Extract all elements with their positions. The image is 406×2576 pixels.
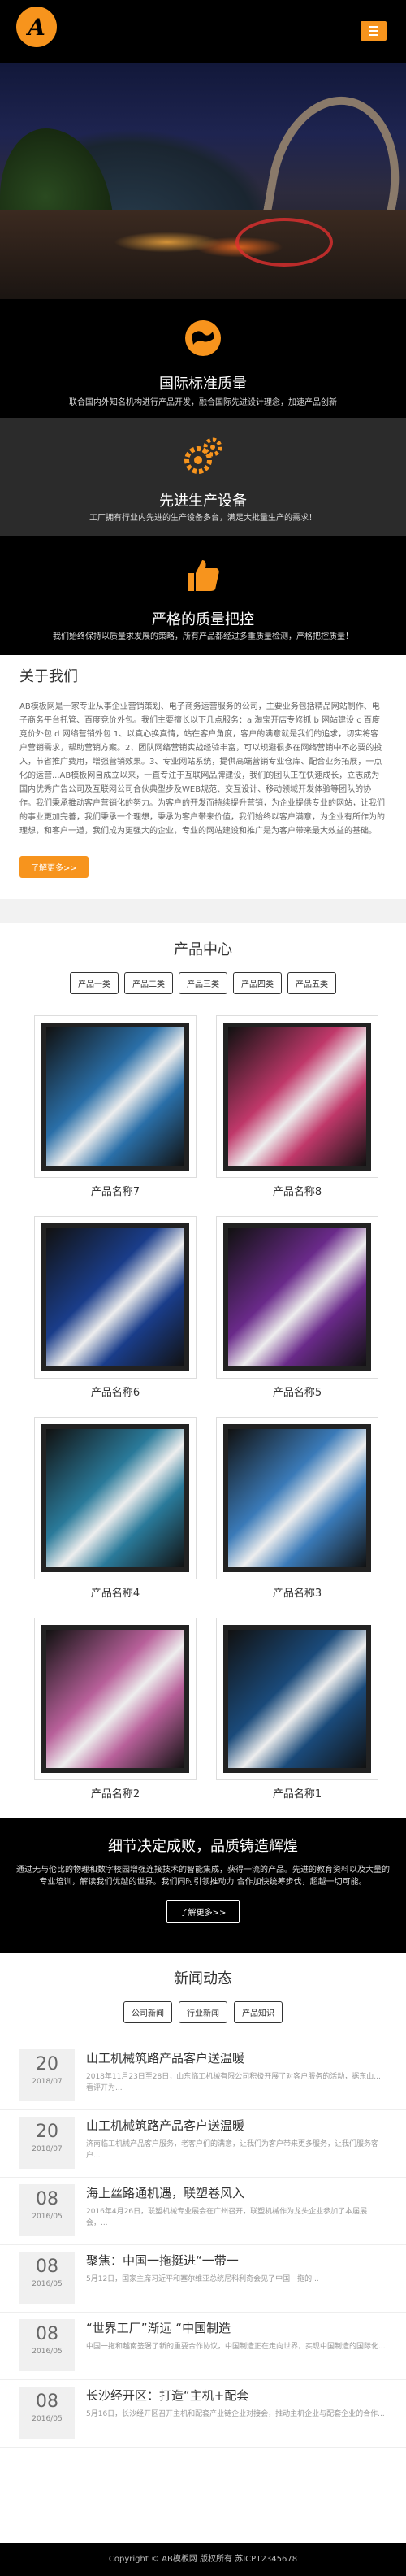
product-image[interactable]	[216, 1015, 378, 1178]
news-tabs: 公司新闻 行业新闻 产品知识	[0, 2001, 406, 2023]
banner-desc: 通过无与伦比的物理和数字校园增强连接技术的智能集成，获得一流的产品。先进的教育资…	[16, 1866, 390, 1887]
site-logo[interactable]: A	[16, 7, 57, 47]
logo-letter: A	[28, 13, 45, 41]
product-image[interactable]	[34, 1015, 197, 1178]
news-item-title[interactable]: 山工机械筑路产品客户送温暖	[86, 2117, 387, 2134]
gears-icon	[182, 436, 224, 478]
thumbs-up-icon	[182, 554, 224, 597]
news-item[interactable]: 08 2016/05 长沙经开区：打造“主机+配套 5月16日，长沙经开区召开主机和…	[0, 2380, 406, 2448]
feature-title: 先进生产设备	[159, 493, 247, 510]
news-date: 08 2016/05	[19, 2184, 75, 2236]
category-tab[interactable]: 产品三类	[179, 972, 227, 994]
news-item-title[interactable]: “世界工厂”渐远 “中国制造	[86, 2319, 387, 2336]
product-card[interactable]: 产品名称5	[216, 1216, 378, 1399]
product-name[interactable]: 产品名称2	[34, 1785, 197, 1801]
product-name[interactable]: 产品名称4	[34, 1584, 197, 1600]
news-item[interactable]: 08 2016/05 聚焦：中国一拖挺进“一带一 5月12日，国家主席习近平和塞尔维…	[0, 2245, 406, 2313]
banner-more-button[interactable]: 了解更多>>	[166, 1900, 240, 1923]
feature-advanced-equipment: 先进生产设备 工厂拥有行业内先进的生产设备多台，满足大批量生产的需求！	[0, 418, 406, 536]
news-item[interactable]: 08 2016/05 “世界工厂”渐远 “中国制造中国一拖和越南签署了新的重要合作…	[0, 2313, 406, 2380]
product-name[interactable]: 产品名称1	[216, 1785, 378, 1801]
product-card[interactable]: 产品名称2	[34, 1618, 197, 1801]
product-image[interactable]	[34, 1417, 197, 1579]
banner-title: 细节决定成败，品质铸造辉煌	[108, 1838, 298, 1855]
category-tab[interactable]: 产品二类	[124, 972, 173, 994]
menu-icon[interactable]	[361, 21, 387, 41]
news-date: 08 2016/05	[19, 2252, 75, 2304]
product-name[interactable]: 产品名称7	[34, 1183, 197, 1198]
product-name[interactable]: 产品名称6	[34, 1384, 197, 1399]
product-image[interactable]	[216, 1417, 378, 1579]
news-item-title[interactable]: 聚焦：中国一拖挺进“一带一	[86, 2252, 387, 2269]
feature-desc: 联合国内外知名机构进行产品开发，融合国际先进设计理念，加速产品创新	[69, 398, 337, 407]
news-date: 08 2016/05	[19, 2387, 75, 2439]
globe-icon	[182, 317, 224, 359]
news-item-title[interactable]: 海上丝路通机遇，联塑卷风入	[86, 2184, 387, 2201]
news-tab[interactable]: 公司新闻	[123, 2001, 172, 2023]
product-center: 产品中心 产品一类 产品二类 产品三类 产品四类 产品五类 产品名称7 产品名称…	[0, 923, 406, 1801]
news-item-desc: 2016年4月26日，联塑机械专业展会在广州召开，联塑机械作为龙头企业参加了本届…	[86, 2208, 368, 2227]
about-more-button[interactable]: 了解更多>>	[19, 856, 89, 878]
product-name[interactable]: 产品名称5	[216, 1384, 378, 1399]
product-card[interactable]: 产品名称1	[216, 1618, 378, 1801]
news-item-desc: 5月16日，长沙经开区召开主机和配套产业链企业对接会，推动主机企业与配套企业的合…	[86, 2410, 385, 2418]
news-date: 08 2016/05	[19, 2319, 75, 2371]
product-category-tabs: 产品一类 产品二类 产品三类 产品四类 产品五类	[0, 972, 406, 994]
news-item-desc: 2018年11月23日至28日，山东临工机械有限公司积极开展了对客户服务的活动，…	[86, 2073, 381, 2092]
site-header: A	[0, 0, 406, 63]
product-card[interactable]: 产品名称3	[216, 1417, 378, 1600]
product-card[interactable]: 产品名称8	[216, 1015, 378, 1198]
products-title: 产品中心	[174, 941, 232, 958]
news-item-desc: 5月12日，国家主席习近平和塞尔维亚总统尼科利奇会见了中国一拖的...	[86, 2275, 319, 2283]
product-card[interactable]: 产品名称6	[34, 1216, 197, 1399]
feature-desc: 我们始终保持以质量求发展的策略，所有产品都经过多重质量检测，严格把控质量！	[53, 632, 353, 641]
news-item[interactable]: 08 2016/05 海上丝路通机遇，联塑卷风入 2016年4月26日，联塑机械专业…	[0, 2178, 406, 2245]
quality-banner: 细节决定成败，品质铸造辉煌 通过无与伦比的物理和数字校园增强连接技术的智能集成，…	[0, 1818, 406, 1953]
news-date: 20 2018/07	[19, 2117, 75, 2169]
product-image[interactable]	[216, 1618, 378, 1780]
news-item[interactable]: 20 2018/07 山工机械筑路产品客户送温暖 2018年11月23日至28日，山…	[0, 2043, 406, 2110]
about-body: AB模板网是一家专业从事企业营销策划、电子商务运营服务的公司，主要业务包括精品网…	[19, 702, 385, 836]
category-tab[interactable]: 产品五类	[287, 972, 336, 994]
product-name[interactable]: 产品名称3	[216, 1584, 378, 1600]
news-date: 20 2018/07	[19, 2049, 75, 2101]
product-card[interactable]: 产品名称7	[34, 1015, 197, 1198]
news-item-title[interactable]: 山工机械筑路产品客户送温暖	[86, 2049, 387, 2066]
feature-quality-control: 严格的质量把控 我们始终保持以质量求发展的策略，所有产品都经过多重质量检测，严格…	[0, 536, 406, 655]
news-item[interactable]: 20 2018/07 山工机械筑路产品客户送温暖 济南临工机械产品客户服务，老客户们…	[0, 2110, 406, 2178]
product-image[interactable]	[216, 1216, 378, 1379]
feature-title: 严格的质量把控	[152, 611, 254, 628]
news-title: 新闻动态	[174, 1970, 232, 1987]
feature-title: 国际标准质量	[159, 376, 247, 393]
product-card[interactable]: 产品名称4	[34, 1417, 197, 1600]
product-name[interactable]: 产品名称8	[216, 1183, 378, 1198]
news-section: 新闻动态 公司新闻 行业新闻 产品知识 20 2018/07 山工机械筑路产品客户…	[0, 1953, 406, 2448]
site-footer: Copyright © AB模板网 版权所有 苏ICP12345678	[0, 2543, 406, 2576]
feature-desc: 工厂拥有行业内先进的生产设备多台，满足大批量生产的需求！	[89, 514, 317, 523]
news-item-desc: 中国一拖和越南签署了新的重要合作协议，中国制造正在走向世界，实现中国制造的国际化…	[86, 2343, 386, 2351]
product-image[interactable]	[34, 1216, 197, 1379]
hero-banner-image	[0, 63, 406, 299]
feature-quality-standard: 国际标准质量 联合国内外知名机构进行产品开发，融合国际先进设计理念，加速产品创新	[0, 299, 406, 418]
news-tab[interactable]: 行业新闻	[179, 2001, 227, 2023]
news-item-desc: 济南临工机械产品客户服务，老客户们的满意，让我们为客户带来更多服务，让我们服务客…	[86, 2140, 379, 2160]
product-image[interactable]	[34, 1618, 197, 1780]
category-tab[interactable]: 产品四类	[233, 972, 282, 994]
category-tab[interactable]: 产品一类	[70, 972, 119, 994]
news-tab[interactable]: 产品知识	[234, 2001, 283, 2023]
about-title: 关于我们	[19, 668, 78, 685]
news-item-title[interactable]: 长沙经开区：打造“主机+配套	[86, 2387, 387, 2404]
about-section: 关于我们 AB模板网是一家专业从事企业营销策划、电子商务运营服务的公司，主要业务…	[0, 655, 406, 899]
